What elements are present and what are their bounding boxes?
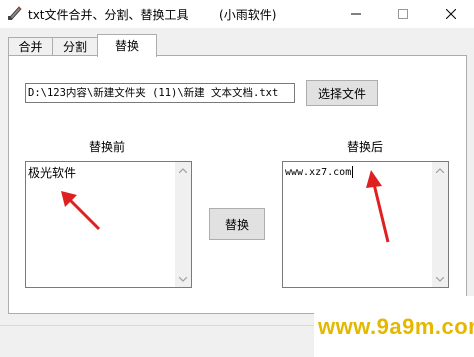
red-arrow-icon (366, 170, 390, 243)
pencil-app-icon (6, 5, 22, 21)
close-icon (446, 9, 456, 19)
tab-split[interactable]: 分割 (52, 37, 98, 56)
before-text: 极光软件 (28, 166, 77, 180)
tab-replace[interactable]: 替换 (97, 34, 157, 57)
tab-merge[interactable]: 合并 (8, 37, 53, 56)
file-path-field[interactable]: D:\123内容\新建文件夹 (11)\新建 文本文档.txt (25, 83, 295, 103)
maximize-icon (398, 9, 408, 19)
scroll-up-icon[interactable] (432, 162, 448, 178)
text-caret (352, 166, 354, 178)
after-label: 替换后 (347, 140, 384, 154)
watermark-text: www.9a9m.com (318, 314, 474, 339)
minimize-icon (351, 13, 361, 15)
before-label: 替换前 (89, 140, 126, 154)
after-scrollbar[interactable] (432, 162, 448, 287)
before-textarea[interactable]: 极光软件 (25, 161, 192, 288)
replace-button[interactable]: 替换 (209, 208, 265, 240)
minimize-button[interactable] (333, 0, 379, 28)
scroll-down-icon[interactable] (175, 271, 191, 287)
divider (0, 325, 314, 326)
window-title: txt文件合并、分割、替换工具 (小雨软件) (28, 8, 277, 22)
scroll-up-icon[interactable] (175, 162, 191, 178)
scroll-down-icon[interactable] (432, 271, 448, 287)
maximize-button[interactable] (380, 0, 426, 28)
red-arrow-icon (61, 191, 101, 231)
after-text: www.xz7.com (285, 167, 352, 178)
choose-file-button[interactable]: 选择文件 (306, 80, 378, 106)
before-scrollbar[interactable] (175, 162, 191, 287)
title-bar[interactable]: txt文件合并、分割、替换工具 (小雨软件) (0, 0, 474, 28)
close-button[interactable] (428, 0, 474, 28)
